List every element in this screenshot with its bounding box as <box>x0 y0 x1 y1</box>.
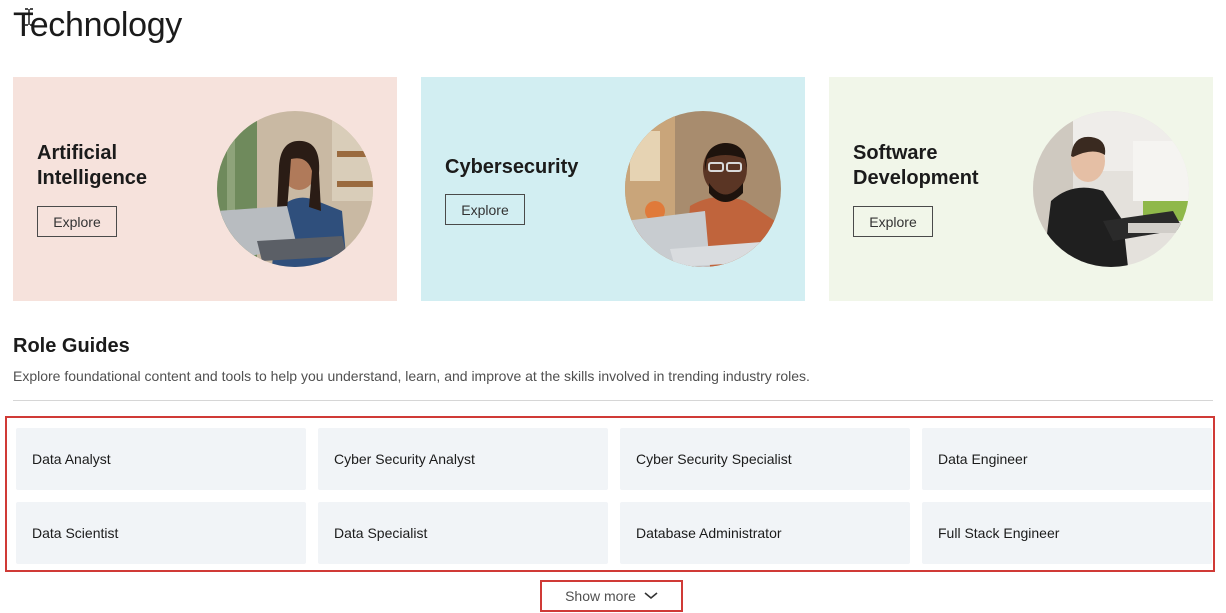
card-cybersecurity: Cybersecurity Explore <box>421 77 805 301</box>
role-tile-database-administrator[interactable]: Database Administrator <box>620 502 910 564</box>
person-with-laptop-photo <box>217 111 373 267</box>
show-more-label: Show more <box>565 588 636 604</box>
role-tile-data-engineer[interactable]: Data Engineer <box>922 428 1212 490</box>
card-title: Software Development <box>853 142 979 189</box>
card-title: Cybersecurity <box>445 156 579 178</box>
explore-button-ai[interactable]: Explore <box>37 206 117 237</box>
explore-button-software-development[interactable]: Explore <box>853 206 933 237</box>
card-title: Artificial Intelligence <box>37 142 148 189</box>
role-tile-full-stack-engineer[interactable]: Full Stack Engineer <box>922 502 1212 564</box>
text-cursor-icon <box>25 8 33 26</box>
page-title: Technology <box>13 6 183 44</box>
person-with-laptop-photo <box>625 111 781 267</box>
role-tile-data-scientist[interactable]: Data Scientist <box>16 502 306 564</box>
explore-button-cybersecurity[interactable]: Explore <box>445 194 525 225</box>
role-guides-grid: Data Analyst Cyber Security Analyst Cybe… <box>5 416 1215 572</box>
show-more-button[interactable]: Show more <box>540 580 683 612</box>
chevron-down-icon <box>644 592 658 600</box>
role-guides-description: Explore foundational content and tools t… <box>13 368 810 384</box>
topic-cards: Artificial Intelligence Explore Cybersec… <box>13 77 1213 301</box>
role-tile-data-specialist[interactable]: Data Specialist <box>318 502 608 564</box>
role-guides-title: Role Guides <box>13 335 130 357</box>
role-tile-cyber-security-specialist[interactable]: Cyber Security Specialist <box>620 428 910 490</box>
section-divider <box>13 400 1213 401</box>
card-software-development: Software Development Explore <box>829 77 1213 301</box>
role-tile-data-analyst[interactable]: Data Analyst <box>16 428 306 490</box>
person-at-desk-photo <box>1033 111 1189 267</box>
card-artificial-intelligence: Artificial Intelligence Explore <box>13 77 397 301</box>
role-tile-cyber-security-analyst[interactable]: Cyber Security Analyst <box>318 428 608 490</box>
